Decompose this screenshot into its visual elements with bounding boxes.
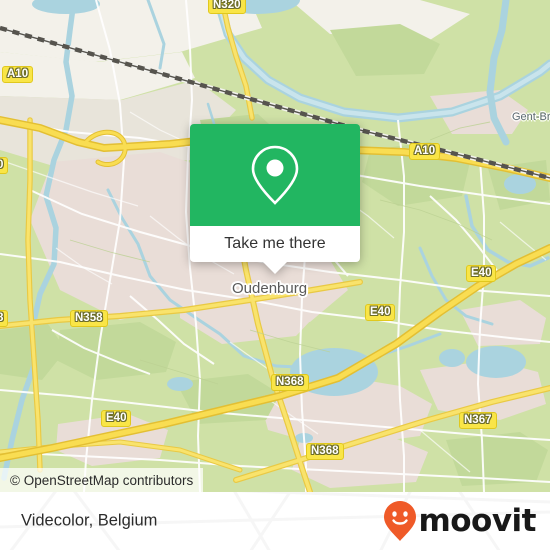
moovit-logo[interactable]: moovit	[383, 500, 536, 542]
footer-bar: Videcolor, Belgium moovit	[0, 492, 550, 550]
place-label-oudenburg: Oudenburg	[232, 280, 308, 297]
road-shield[interactable]: E40	[101, 410, 132, 427]
take-me-there-button[interactable]: Take me there	[190, 226, 360, 262]
road-shield[interactable]: N368	[271, 374, 309, 391]
road-shield[interactable]: N368	[306, 443, 344, 460]
water-label-canal: Gent-Bru	[512, 111, 550, 123]
road-shield[interactable]: N320	[208, 0, 246, 14]
popup-tail-pointer	[263, 262, 287, 274]
map-canvas[interactable]: N320 A10 A10 E40 E40 N358 8 0 E40 N368 N…	[0, 0, 550, 492]
take-me-there-label: Take me there	[224, 235, 326, 252]
road-shield[interactable]: 0	[0, 157, 9, 174]
moovit-pin-smiley-icon	[384, 501, 417, 541]
road-shield[interactable]: N358	[70, 310, 108, 327]
road-shield[interactable]: 8	[0, 310, 9, 327]
attribution-text[interactable]: © OpenStreetMap contributors	[10, 473, 193, 488]
road-shield[interactable]: N367	[459, 412, 497, 429]
map-pin-icon	[251, 145, 299, 205]
location-popup-card[interactable]: Take me there	[190, 124, 360, 274]
road-shield[interactable]: E40	[466, 265, 497, 282]
moovit-wordmark: moovit	[418, 502, 536, 539]
attribution-bar: © OpenStreetMap contributors	[0, 468, 204, 492]
road-shield[interactable]: A10	[409, 143, 441, 160]
road-shield[interactable]: A10	[2, 66, 34, 83]
road-shield[interactable]: E40	[365, 304, 396, 321]
moovit-map-screenshot: N320 A10 A10 E40 E40 N358 8 0 E40 N368 N…	[0, 0, 550, 550]
popup-header	[190, 124, 360, 226]
location-title: Videcolor, Belgium	[21, 511, 158, 530]
